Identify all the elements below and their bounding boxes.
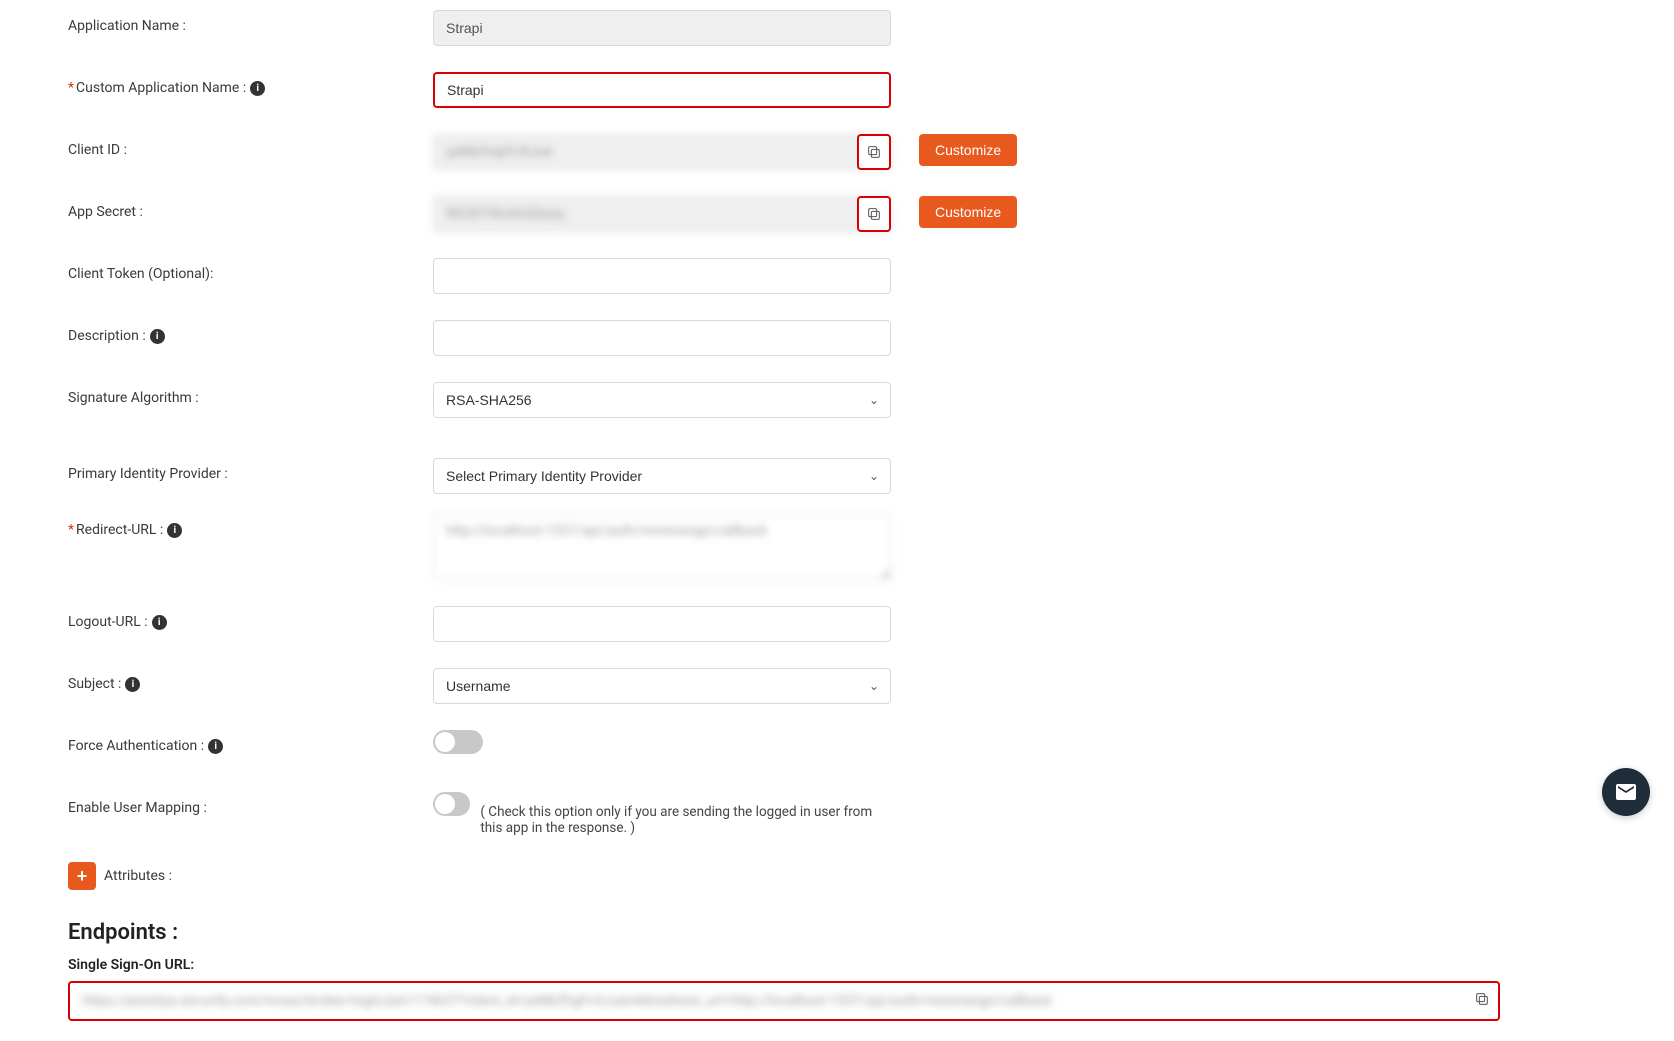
sso-url-value: https://preshya.xecurify.com/moas/broker… [82,993,1052,1009]
customize-client-id-button[interactable]: Customize [919,134,1017,166]
attributes-label: Attributes : [104,868,172,884]
subject-select[interactable]: Username [433,668,891,704]
mail-icon [1614,780,1638,804]
app-secret-input: RK2DTWcSnG0azq [433,196,891,232]
application-name-input [433,10,891,46]
application-name-label: Application Name : [68,10,433,34]
description-input[interactable] [433,320,891,356]
info-icon[interactable]: i [250,81,265,96]
enable-user-mapping-toggle[interactable] [433,792,470,816]
info-icon[interactable]: i [152,615,167,630]
client-id-input: yaNkZmpFcXJue [433,134,891,170]
copy-icon [866,144,882,160]
info-icon[interactable]: i [167,523,182,538]
signature-algorithm-label: Signature Algorithm : [68,382,433,406]
app-secret-label: App Secret : [68,196,433,220]
client-id-label: Client ID : [68,134,433,158]
add-attribute-button[interactable]: + [68,862,96,890]
endpoints-section-title: Endpoints : [68,920,1614,945]
copy-icon [1474,991,1490,1007]
subject-label: Subject : i [68,668,433,692]
sso-url-label: Single Sign-On URL: [68,957,1614,973]
redirect-url-label: *Redirect-URL : i [68,514,433,538]
sso-url-box: https://preshya.xecurify.com/moas/broker… [68,981,1500,1021]
logout-url-label: Logout-URL : i [68,606,433,630]
customize-app-secret-button[interactable]: Customize [919,196,1017,228]
force-authentication-toggle[interactable] [433,730,483,754]
signature-algorithm-select[interactable]: RSA-SHA256 [433,382,891,418]
copy-sso-url-button[interactable] [1474,991,1490,1011]
redirect-url-input[interactable]: http://localhost:1337/api/auth/miniorang… [433,514,891,580]
info-icon[interactable]: i [125,677,140,692]
client-token-label: Client Token (Optional): [68,258,433,282]
copy-app-secret-button[interactable] [857,196,891,232]
enable-user-mapping-label: Enable User Mapping : [68,792,433,816]
user-mapping-helper-text: ( Check this option only if you are send… [480,792,891,836]
logout-url-input[interactable] [433,606,891,642]
description-label: Description : i [68,320,433,344]
custom-application-name-label: *Custom Application Name : i [68,72,433,96]
primary-identity-provider-label: Primary Identity Provider : [68,458,433,482]
chat-fab-button[interactable] [1602,768,1650,816]
info-icon[interactable]: i [150,329,165,344]
primary-identity-provider-select[interactable]: Select Primary Identity Provider [433,458,891,494]
info-icon[interactable]: i [208,739,223,754]
copy-client-id-button[interactable] [857,134,891,170]
force-authentication-label: Force Authentication : i [68,730,433,754]
copy-icon [866,206,882,222]
client-token-input[interactable] [433,258,891,294]
custom-application-name-input[interactable] [433,72,891,108]
